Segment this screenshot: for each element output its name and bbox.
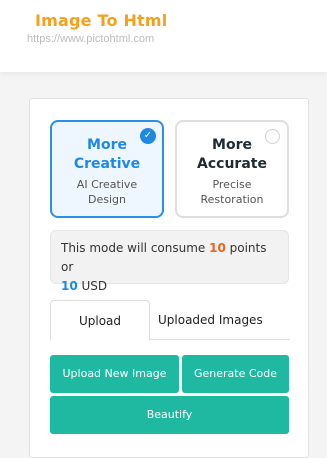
brand-title[interactable]: Image To Html [35,11,167,30]
usd-value: 10 [61,279,78,293]
mode-title-line2: Accurate [197,156,267,172]
mode-sub-line1: AI Creative [76,178,138,191]
points-value: 10 [209,241,226,255]
brand-url[interactable]: https://www.pictohtml.com [27,33,154,45]
mode-sub-line2: Restoration [200,193,264,206]
tab-uploaded-images[interactable]: Uploaded Images [150,300,271,340]
tab-upload-image[interactable]: Upload Image [50,300,150,368]
mode-title-line1: More [212,137,252,153]
upload-new-image-button[interactable]: Upload New Image [50,355,179,393]
mode-title: More Creative [52,136,162,174]
converter-card: ✓ More Creative AI Creative Design More … [29,98,309,458]
mode-title-line2: Creative [73,156,141,172]
mode-more-creative[interactable]: ✓ More Creative AI Creative Design [50,120,164,218]
mode-title: More Accurate [177,136,287,174]
beautify-button[interactable]: Beautify [50,396,289,434]
upload-tabs: Upload Image Uploaded Images [50,300,290,368]
cost-notice: This mode will consume 10 points or 10 US… [50,230,289,293]
app-header: Image To Html https://www.pictohtml.com [0,0,327,72]
mode-subtitle: Precise Restoration [177,177,287,207]
mode-more-accurate[interactable]: More Accurate Precise Restoration [175,120,289,218]
mode-sub-line2: Design [88,193,126,206]
notice-prefix: This mode will consume [61,241,210,255]
mode-subtitle: AI Creative Design [52,177,162,207]
mode-sub-line1: Precise [212,178,252,191]
generate-code-button[interactable]: Generate Code [182,355,289,393]
notice-suffix: USD [77,279,108,293]
mode-title-line1: More [87,137,127,153]
